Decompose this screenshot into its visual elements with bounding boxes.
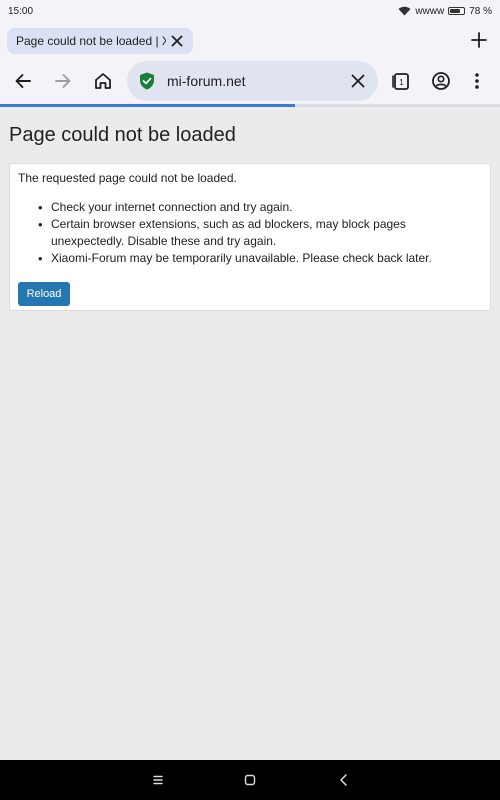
tab-switcher-icon[interactable]: 1 [390, 70, 412, 92]
page-title: Page could not be loaded [9, 124, 236, 146]
back-icon[interactable] [12, 70, 34, 92]
status-time: 15:00 [8, 5, 34, 17]
home-nav-icon[interactable] [242, 772, 258, 788]
reason-item: Certain browser extensions, such as ad b… [20, 216, 480, 250]
reload-button[interactable]: Reload [18, 282, 70, 306]
close-icon[interactable] [169, 33, 185, 49]
reason-item: Xiaomi-Forum may be temporarily unavaila… [20, 250, 480, 267]
tab-current[interactable]: Page could not be loaded | X [7, 28, 193, 54]
tab-title: Page could not be loaded | X [16, 34, 166, 48]
tab-count: 1 [399, 78, 404, 87]
status-bar: 15:00 wwww 78 % [0, 0, 500, 22]
account-icon[interactable] [430, 70, 452, 92]
back-nav-icon[interactable] [336, 772, 352, 788]
plus-icon[interactable] [470, 31, 488, 49]
reason-item: Check your internet connection and try a… [20, 199, 480, 216]
browser-toolbar: mi-forum.net 1 [0, 58, 500, 104]
recents-icon[interactable] [150, 772, 166, 788]
forward-icon[interactable] [52, 70, 74, 92]
url-text[interactable]: mi-forum.net [167, 73, 246, 89]
system-nav-bar [0, 760, 500, 800]
more-menu-icon[interactable] [466, 70, 488, 92]
reason-list: Check your internet connection and try a… [20, 199, 480, 267]
error-card: The requested page could not be loaded. … [9, 163, 491, 311]
wifi-icon [398, 6, 411, 16]
battery-icon [448, 7, 466, 15]
home-icon[interactable] [92, 70, 114, 92]
status-indicators: wwww 78 % [398, 6, 492, 17]
page-content: Page could not be loaded The requested p… [0, 107, 500, 760]
error-message: The requested page could not be loaded. [18, 171, 237, 185]
battery-percent: 78 % [469, 5, 492, 17]
clear-url-icon[interactable] [350, 73, 366, 89]
shield-check-icon[interactable] [139, 72, 155, 90]
tab-strip: Page could not be loaded | X [0, 22, 500, 58]
address-bar[interactable]: mi-forum.net [127, 61, 378, 101]
carrier-label: wwww [415, 5, 445, 17]
